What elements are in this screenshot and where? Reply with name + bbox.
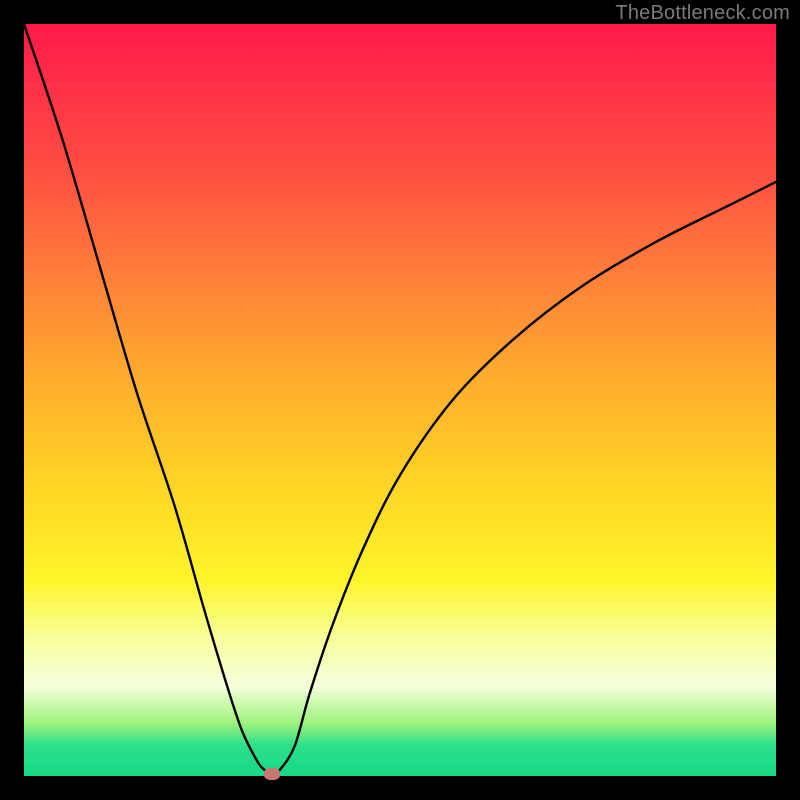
minimum-marker <box>264 768 280 780</box>
plot-area <box>24 24 776 776</box>
watermark-text: TheBottleneck.com <box>615 2 790 25</box>
chart-frame: TheBottleneck.com <box>0 0 800 800</box>
bottleneck-curve <box>24 24 776 776</box>
